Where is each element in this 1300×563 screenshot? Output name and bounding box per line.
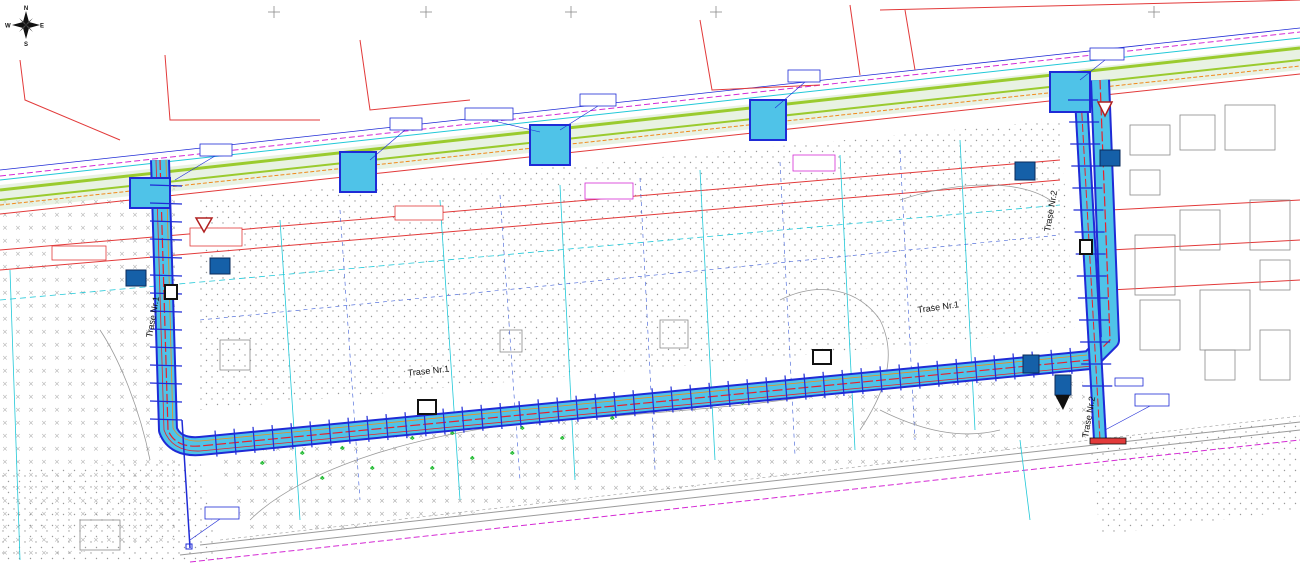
grid-cross-markers [268, 6, 1160, 18]
svg-text:♣: ♣ [300, 450, 305, 457]
compass-south: S [24, 42, 28, 48]
compass-west: W [5, 24, 11, 30]
svg-text:♣: ♣ [430, 465, 435, 472]
svg-text:♣: ♣ [470, 455, 475, 462]
svg-text:♣: ♣ [370, 465, 375, 472]
svg-text:♣: ♣ [510, 450, 515, 457]
svg-text:♣: ♣ [260, 460, 265, 467]
svg-text:♣: ♣ [410, 435, 415, 442]
site-plan-drawing: × [0, 0, 1300, 563]
compass-east: E [40, 24, 44, 30]
svg-text:♣: ♣ [320, 475, 325, 482]
north-arrow-compass: N S E W [5, 6, 44, 48]
svg-text:♣: ♣ [340, 445, 345, 452]
compass-north: N [24, 6, 28, 12]
svg-text:♣: ♣ [560, 435, 565, 442]
